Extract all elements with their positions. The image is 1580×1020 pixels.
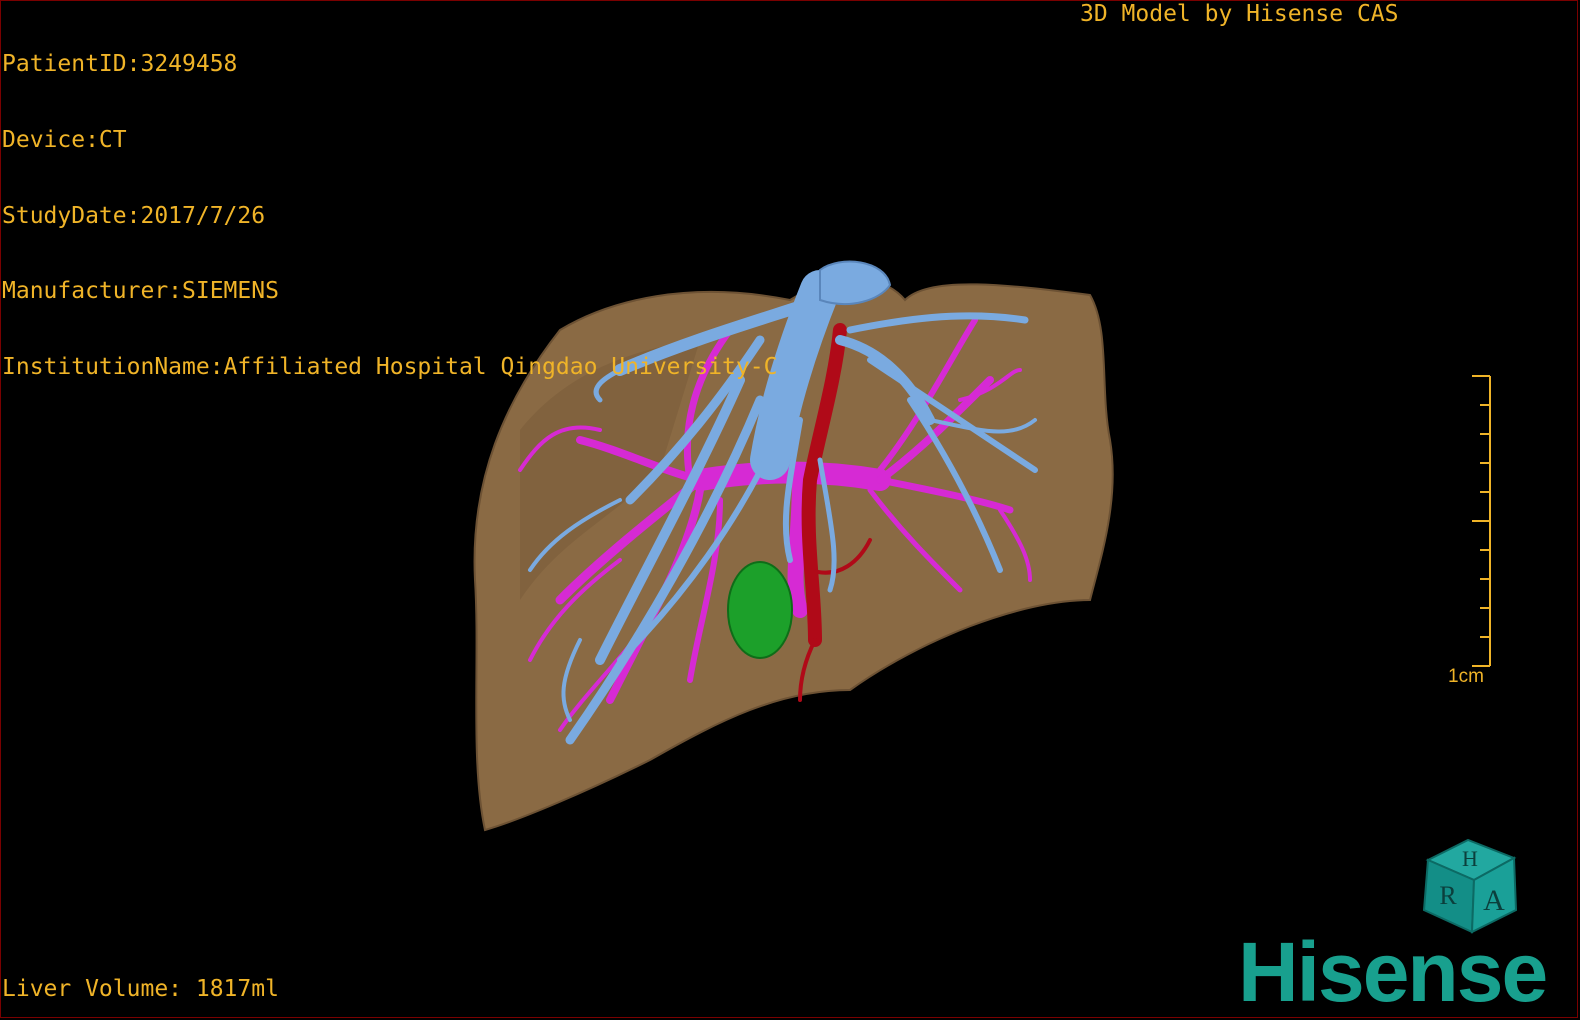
- cube-face-front: A: [1483, 884, 1505, 917]
- hisense-logo: Hisense: [1238, 925, 1548, 1019]
- scale-label: 1cm: [1448, 666, 1484, 687]
- cube-face-left: R: [1439, 881, 1457, 910]
- institution-text: InstitutionName:Affiliated Hospital Qing…: [2, 353, 778, 380]
- cube-face-top: H: [1462, 846, 1478, 871]
- study-date-text: StudyDate:2017/7/26: [2, 202, 266, 229]
- gallbladder: [727, 561, 793, 659]
- liver-volume-text: Liver Volume: 1817ml: [2, 976, 279, 1002]
- study-info-overlay: PatientID:3249458 Device:CT StudyDate:20…: [2, 2, 777, 405]
- patient-id-text: PatientID:3249458: [2, 51, 238, 78]
- manufacturer-text: Manufacturer:SIEMENS: [2, 278, 279, 305]
- model-credit-text: 3D Model by Hisense CAS: [1080, 1, 1399, 27]
- device-text: Device:CT: [2, 127, 127, 153]
- scale-bar: [1472, 375, 1491, 667]
